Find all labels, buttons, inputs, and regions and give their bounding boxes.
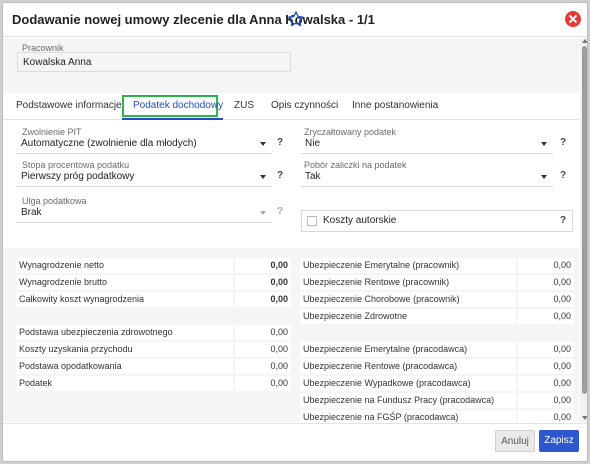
summary-right-value: 0,00: [553, 361, 571, 371]
ulga-select: Brak: [17, 203, 271, 223]
help-icon[interactable]: ?: [277, 170, 283, 181]
summary-right-label: Ubezpieczenie na Fundusz Pracy (pracodaw…: [303, 395, 495, 405]
summary-right-label: Ubezpieczenie Chorobowe (pracownik): [303, 294, 460, 304]
summary-right-value: 0,00: [553, 344, 571, 354]
summary-left-row: Koszty uzyskania przychodu 0,00: [16, 341, 291, 358]
stopa-value: Pierwszy próg podatkowy: [21, 171, 135, 182]
summary-left-label: Wynagrodzenie netto: [19, 260, 104, 270]
summary-left-row: Wynagrodzenie netto 0,00: [16, 257, 291, 274]
save-button[interactable]: Zapisz: [539, 430, 579, 452]
summary-right-row: Ubezpieczenie Wypadkowe (pracodawca) 0,00: [300, 375, 574, 392]
help-icon[interactable]: ?: [560, 215, 566, 226]
summary-right-label: Ubezpieczenie na FGŚP (pracodawca): [303, 412, 459, 422]
summary-left-label: Wynagrodzenie brutto: [19, 277, 107, 287]
dialog-header: Dodawanie nowej umowy zlecenie dla Anna …: [3, 3, 587, 37]
help-icon[interactable]: ?: [560, 170, 566, 181]
summary-right-row: Ubezpieczenie na FGŚP (pracodawca) 0,00: [300, 409, 574, 422]
summary-left-label: Koszty uzyskania przychodu: [19, 344, 133, 354]
chevron-down-icon: [260, 211, 266, 215]
summary-left-label: Całkowity koszt wynagrodzenia: [19, 294, 145, 304]
summary-left-label: Podstawa opodatkowania: [19, 361, 122, 371]
summary-left-label: Podatek: [19, 378, 53, 388]
summary-right-label: Ubezpieczenie Emerytalne (pracownik): [303, 260, 460, 270]
zwolnienie-select[interactable]: Automatyczne (zwolnienie dla młodych): [17, 134, 271, 154]
summary-left-row: Podstawa ubezpieczenia zdrowotnego 0,00: [16, 324, 291, 341]
employee-section: Pracownik Kowalska Anna: [3, 38, 579, 93]
dialog: Dodawanie nowej umowy zlecenie dla Anna …: [2, 2, 588, 462]
stopa-select[interactable]: Pierwszy próg podatkowy: [17, 167, 271, 187]
summary-left-value: 0,00: [270, 277, 288, 287]
summary-right-row: Ubezpieczenie Emerytalne (pracownik) 0,00: [300, 257, 574, 274]
summary-left-row: Wynagrodzenie brutto 0,00: [16, 274, 291, 291]
summary-left-row: Podatek 0,00: [16, 375, 291, 392]
star-icon[interactable]: [287, 10, 305, 28]
dialog-title: Dodawanie nowej umowy zlecenie dla Anna …: [12, 12, 375, 27]
tab-podatek[interactable]: Podatek dochodowy: [133, 100, 223, 111]
chevron-down-icon: [541, 175, 547, 179]
cancel-button[interactable]: Anuluj: [495, 430, 535, 452]
tab-zus[interactable]: ZUS: [234, 100, 254, 111]
koszty-autorskie-checkbox[interactable]: Koszty autorskie ?: [301, 210, 573, 232]
zwolnienie-value: Automatyczne (zwolnienie dla młodych): [21, 138, 197, 149]
chevron-down-icon: [260, 175, 266, 179]
summary-right-value: 0,00: [553, 294, 571, 304]
summary-right-label: Ubezpieczenie Emerytalne (pracodawca): [303, 344, 468, 354]
close-icon[interactable]: [565, 11, 581, 27]
summary-left-value: 0,00: [270, 260, 288, 270]
summary-right-value: 0,00: [553, 260, 571, 270]
tab-inne[interactable]: Inne postanowienia: [352, 100, 438, 111]
summary-left-value: 0,00: [270, 294, 288, 304]
summary-right-row: Ubezpieczenie Emerytalne (pracodawca) 0,0…: [300, 341, 574, 358]
pobor-select[interactable]: Tak: [301, 167, 553, 187]
scrollbar-thumb[interactable]: [582, 46, 587, 394]
summary-left-value: 0,00: [270, 327, 288, 337]
help-icon: ?: [277, 206, 284, 217]
employee-field: Kowalska Anna: [17, 52, 291, 72]
tab-podstawowe[interactable]: Podstawowe informacje: [16, 100, 122, 111]
zryczaltowany-value: Nie: [305, 138, 321, 149]
scrollbar[interactable]: [580, 38, 587, 422]
tab-bar: Podstawowe informacje Podatek dochodowy …: [3, 94, 579, 120]
pobor-value: Tak: [305, 171, 321, 182]
summary-right-value: 0,00: [553, 395, 571, 405]
summary-right-value: 0,00: [553, 311, 571, 321]
summary-right-row: Ubezpieczenie Rentowe (pracownik) 0,00: [300, 274, 574, 291]
scroll-down-icon[interactable]: [582, 416, 587, 420]
summary-right-value: 0,00: [553, 412, 571, 422]
checkbox-box[interactable]: [307, 216, 317, 226]
summary-left-label: Podstawa ubezpieczenia zdrowotnego: [19, 327, 173, 337]
active-tab-underline: [122, 118, 223, 120]
summary-right-row: Ubezpieczenie Zdrowotne 0,00: [300, 308, 574, 325]
ulga-value: Brak: [21, 207, 42, 218]
summary-right-value: 0,00: [553, 378, 571, 388]
summary-left-value: 0,00: [270, 344, 288, 354]
summary-left-row: Całkowity koszt wynagrodzenia 0,00: [16, 291, 291, 308]
summary-left-value: 0,00: [270, 361, 288, 371]
zryczaltowany-select[interactable]: Nie: [301, 134, 553, 154]
summary-right-label: Ubezpieczenie Rentowe (pracodawca): [303, 361, 458, 371]
chevron-down-icon: [260, 142, 266, 146]
summary-right-row: Ubezpieczenie Chorobowe (pracownik) 0,00: [300, 291, 574, 308]
dialog-body: Pracownik Kowalska Anna Podstawowe infor…: [3, 38, 579, 422]
summary-right-value: 0,00: [553, 277, 571, 287]
help-icon[interactable]: ?: [560, 137, 566, 148]
tab-opis[interactable]: Opis czynności: [271, 100, 338, 111]
koszty-autorskie-label: Koszty autorskie: [323, 215, 397, 226]
summary-right-row: Ubezpieczenie na Fundusz Pracy (pracodaw…: [300, 392, 574, 409]
dialog-footer: Anuluj Zapisz: [3, 423, 587, 461]
scroll-up-icon[interactable]: [582, 39, 587, 43]
chevron-down-icon: [541, 142, 547, 146]
summary-right-row: Ubezpieczenie Rentowe (pracodawca) 0,00: [300, 358, 574, 375]
summary-right-label: Ubezpieczenie Zdrowotne: [303, 311, 408, 321]
help-icon[interactable]: ?: [277, 137, 283, 148]
summary-right-label: Ubezpieczenie Rentowe (pracownik): [303, 277, 450, 287]
summary-left-row: Podstawa opodatkowania 0,00: [16, 358, 291, 375]
summary-left-value: 0,00: [270, 378, 288, 388]
summary-right-label: Ubezpieczenie Wypadkowe (pracodawca): [303, 378, 471, 388]
